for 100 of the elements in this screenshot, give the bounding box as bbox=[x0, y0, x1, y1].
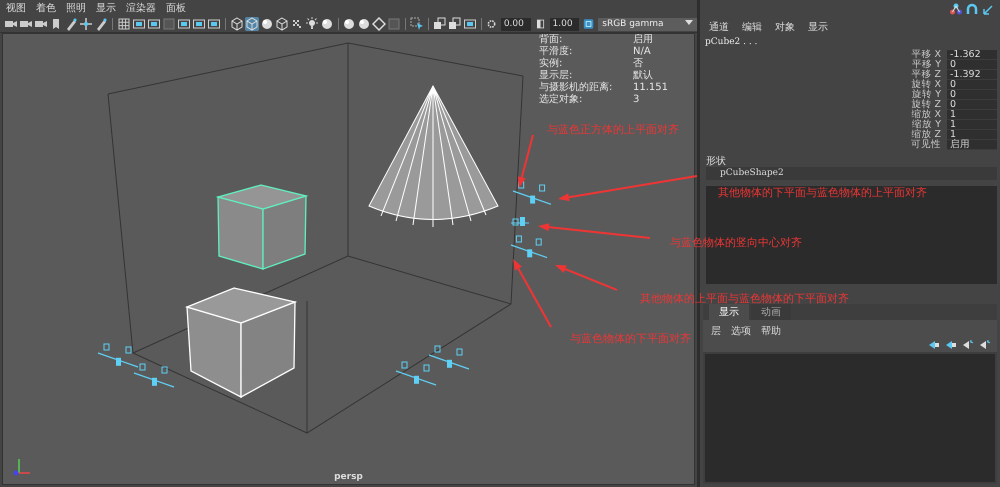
annotation-arrow bbox=[518, 134, 534, 188]
hud-value: 11.151 bbox=[633, 82, 668, 94]
channel-value-field[interactable]: 启用 bbox=[947, 140, 997, 150]
hud-label: 与摄影机的距离: bbox=[539, 82, 614, 94]
hud-value: 否 bbox=[633, 58, 644, 70]
menu-item[interactable]: 通道 bbox=[709, 20, 729, 34]
diamond-icon[interactable] bbox=[372, 17, 386, 31]
brush-icon[interactable] bbox=[94, 17, 108, 31]
channel-label: 平移 X bbox=[911, 50, 941, 60]
menu-item[interactable]: 着色 bbox=[36, 1, 56, 15]
frame-icon[interactable] bbox=[462, 17, 477, 31]
light-bulb-icon[interactable] bbox=[304, 17, 319, 31]
cube-icon[interactable] bbox=[274, 17, 289, 31]
channel-label: 旋转 Y bbox=[912, 90, 941, 100]
frame-icon[interactable] bbox=[132, 17, 146, 31]
menu-item[interactable]: 渲染器 bbox=[126, 1, 156, 15]
hud-value: 3 bbox=[633, 94, 640, 106]
squares-icon[interactable] bbox=[432, 17, 447, 31]
menu-item[interactable]: 面板 bbox=[166, 1, 186, 15]
channel-label: 平移 Z bbox=[911, 70, 941, 80]
cube-icon[interactable] bbox=[244, 17, 259, 31]
sphere-icon[interactable] bbox=[260, 17, 274, 31]
selected-cube[interactable] bbox=[216, 184, 308, 270]
channel-value-field[interactable]: 0 bbox=[947, 90, 997, 100]
section-heading: 形状 bbox=[706, 156, 726, 167]
channel-label: 旋转 Z bbox=[911, 100, 941, 110]
annotation-text: 与蓝色正方体的上平面对齐 bbox=[547, 123, 679, 136]
tab[interactable]: 动画 bbox=[751, 304, 791, 320]
node-graph-icon[interactable] bbox=[950, 3, 962, 15]
menu-item[interactable]: 层 bbox=[711, 324, 721, 338]
hud-label: 显示层: bbox=[539, 70, 574, 82]
frame-icon[interactable] bbox=[146, 17, 161, 31]
alignment-handle-icon[interactable] bbox=[512, 182, 552, 205]
alignment-handle-icon[interactable] bbox=[510, 217, 530, 226]
menu-item[interactable]: 显示 bbox=[96, 1, 116, 15]
cursor-icon[interactable] bbox=[410, 17, 424, 31]
menu-item[interactable]: 帮助 bbox=[761, 324, 781, 338]
grid-icon[interactable] bbox=[116, 17, 131, 31]
camera-label: persp bbox=[334, 472, 363, 482]
menu-item[interactable]: 选项 bbox=[731, 324, 751, 338]
channel-label: 可见性 bbox=[911, 140, 941, 150]
alignment-handle-icon[interactable] bbox=[134, 364, 174, 388]
move-icon[interactable] bbox=[79, 17, 93, 31]
alignment-handle-icon[interactable] bbox=[98, 344, 138, 368]
layer-button-icon[interactable] bbox=[928, 340, 940, 350]
axis-gizmo-icon bbox=[14, 459, 30, 476]
channel-value-field[interactable]: 1 bbox=[947, 130, 997, 140]
hud-value: N/A bbox=[633, 46, 652, 58]
sphere-icon[interactable] bbox=[320, 17, 334, 31]
alignment-handle-icon[interactable] bbox=[396, 362, 436, 386]
tab[interactable]: 显示 bbox=[709, 304, 749, 320]
channel-value-field[interactable]: 1 bbox=[947, 120, 997, 130]
menu-item[interactable]: 照明 bbox=[66, 1, 86, 15]
annotation-text: 其他物体的上平面与蓝色物体的下平面对齐 bbox=[640, 292, 849, 305]
menu-item[interactable]: 编辑 bbox=[742, 20, 762, 34]
menu-item[interactable]: 视图 bbox=[6, 1, 26, 15]
frame-icon[interactable] bbox=[176, 17, 191, 31]
exposure-field[interactable]: 0.00 bbox=[500, 18, 530, 30]
layer-button-icon[interactable] bbox=[962, 340, 974, 350]
hud-label: 选定对象: bbox=[539, 94, 584, 106]
shape-name[interactable]: pCubeShape2 bbox=[720, 168, 784, 178]
sphere-icon[interactable] bbox=[357, 17, 372, 31]
layer-button-icon[interactable] bbox=[979, 340, 991, 350]
layer-button-icon[interactable] bbox=[945, 340, 957, 350]
channel-label: 平移 Y bbox=[912, 60, 941, 70]
hud-value: 默认 bbox=[633, 70, 654, 82]
channel-label: 缩放 Y bbox=[912, 120, 941, 130]
cube[interactable] bbox=[185, 287, 298, 398]
menu-item[interactable]: 显示 bbox=[808, 20, 828, 34]
hud-label: 背面: bbox=[539, 34, 564, 46]
gamma-field[interactable]: 1.00 bbox=[550, 18, 580, 30]
annotation-text: 与蓝色物体的竖向中心对齐 bbox=[670, 236, 802, 249]
color-management-icon[interactable] bbox=[583, 17, 594, 31]
arch-icon[interactable] bbox=[966, 3, 978, 15]
gear-icon[interactable] bbox=[486, 17, 497, 31]
annotation-arrow bbox=[555, 265, 618, 291]
object-name: pCube2 . . . bbox=[705, 37, 758, 47]
pen-icon[interactable] bbox=[64, 17, 78, 31]
caret-icon bbox=[685, 18, 694, 26]
channel-value-field[interactable]: -1.362 bbox=[947, 50, 997, 60]
menu-item[interactable]: 对象 bbox=[775, 20, 795, 34]
annotation-arrow bbox=[513, 259, 552, 328]
alignment-handle-icon[interactable] bbox=[510, 236, 548, 258]
channel-value-field[interactable]: 1 bbox=[947, 110, 997, 120]
color-space-dropdown[interactable]: sRGB gamma bbox=[598, 18, 698, 30]
cone[interactable] bbox=[368, 86, 498, 228]
contrast-icon[interactable] bbox=[534, 17, 546, 31]
annotation-text: 与蓝色物体的下平面对齐 bbox=[570, 332, 691, 345]
cube-icon[interactable] bbox=[230, 17, 244, 31]
channel-value-field[interactable]: 0 bbox=[947, 100, 997, 110]
channel-label: 缩放 Z bbox=[911, 130, 941, 140]
channel-value-field[interactable]: 0 bbox=[947, 60, 997, 70]
squares-icon[interactable] bbox=[448, 17, 462, 31]
channel-value-field[interactable]: -1.392 bbox=[947, 70, 997, 80]
channel-value-field[interactable]: 0 bbox=[947, 80, 997, 90]
alignment-handle-icon[interactable] bbox=[428, 346, 470, 370]
frame-icon[interactable] bbox=[192, 17, 206, 31]
hud-label: 实例: bbox=[539, 58, 564, 70]
frame-icon[interactable] bbox=[206, 17, 221, 31]
sphere-icon[interactable] bbox=[342, 17, 356, 31]
